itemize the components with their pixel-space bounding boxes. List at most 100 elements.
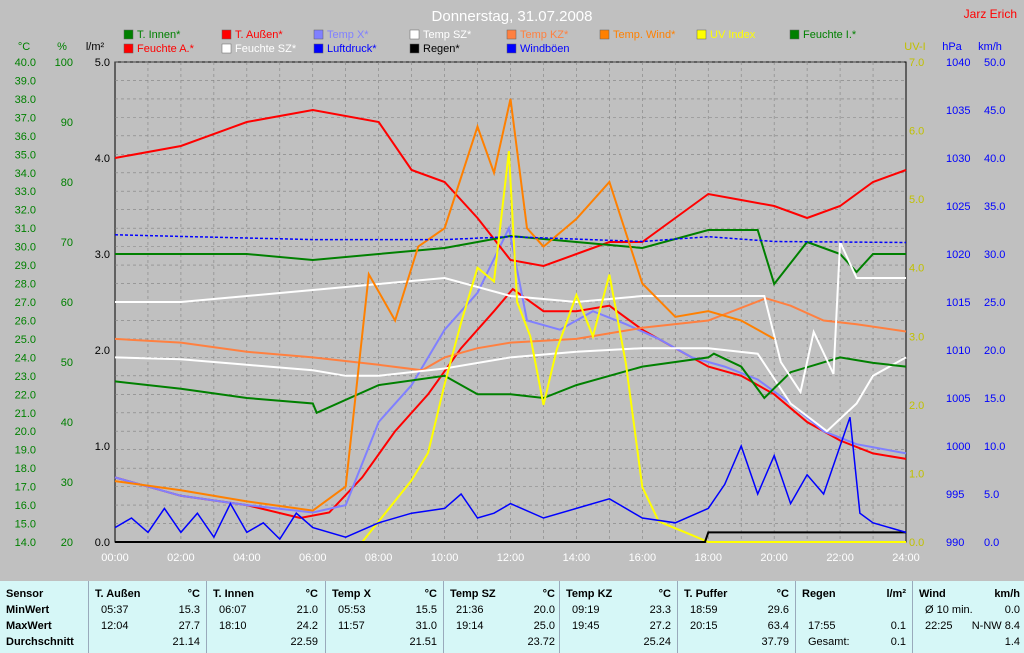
- stats-col-name: T. Puffer: [684, 588, 728, 600]
- stats-min-val: 0.0: [1004, 604, 1020, 616]
- stats-max-val: 25.0: [533, 620, 555, 632]
- stats-total-label: Gesamt:: [808, 636, 850, 648]
- legend-label: T. Innen*: [137, 29, 181, 41]
- pressure-axis-tick-label: 1020: [946, 249, 970, 261]
- time-tick-label: 16:00: [629, 552, 657, 564]
- uv-axis-tick-label: 6.0: [909, 126, 924, 138]
- time-tick-label: 06:00: [299, 552, 327, 564]
- stats-col-unit: °C: [305, 588, 318, 600]
- stats-col-unit: °C: [776, 588, 789, 600]
- legend-swatch: [123, 29, 134, 40]
- stats-max-val: 63.4: [767, 620, 789, 632]
- temp-axis-tick-label: 19.0: [15, 445, 36, 457]
- time-tick-label: 20:00: [760, 552, 788, 564]
- wind-axis-tick-label: 15.0: [984, 393, 1005, 405]
- stats-col-5: T. Puffer °C 18:59 29.6 20:15 63.4 37.79: [677, 581, 795, 653]
- row-label-avg: Durchschnitt: [6, 636, 74, 648]
- statistics-table: Sensor MinWert MaxWert Durchschnitt T. A…: [0, 581, 1024, 653]
- legend-swatch: [789, 29, 800, 40]
- wind-axis-tick-label: 35.0: [984, 201, 1005, 213]
- legend-label: Temp X*: [327, 29, 369, 41]
- stats-col-name: Temp KZ: [566, 588, 613, 600]
- stats-avg-val: 21.51: [409, 636, 437, 648]
- stats-max-val: 24.2: [296, 620, 318, 632]
- stats-max-time: 18:10: [219, 620, 247, 632]
- stats-avg-val: 37.79: [761, 636, 789, 648]
- pressure-axis-tick-label: 1010: [946, 345, 970, 357]
- chart-title: Donnerstag, 31.07.2008: [432, 8, 593, 25]
- stats-col-3: Temp SZ °C 21:36 20.0 19:14 25.0 23.72: [443, 581, 561, 653]
- time-tick-label: 12:00: [497, 552, 525, 564]
- uv-axis-tick-label: 5.0: [909, 194, 924, 206]
- humidity-axis-tick-label: 60: [61, 297, 73, 309]
- wind-axis-tick-label: 10.0: [984, 441, 1005, 453]
- temp-axis-tick-label: 21.0: [15, 408, 36, 420]
- stats-col-unit: l/m²: [886, 588, 906, 600]
- stats-col-1: T. Innen °C 06:07 21.0 18:10 24.2 22.59: [206, 581, 324, 653]
- humidity-axis-tick-label: 90: [61, 117, 73, 129]
- temp-axis-tick-label: 25.0: [15, 334, 36, 346]
- temp-axis-tick-label: 18.0: [15, 463, 36, 475]
- axis-unit-label: l/m²: [86, 41, 105, 53]
- uv-axis-tick-label: 0.0: [909, 537, 924, 549]
- stats-col-name: Temp X: [332, 588, 371, 600]
- stats-avg-val: 25.24: [643, 636, 671, 648]
- humidity-axis-tick-label: 30: [61, 477, 73, 489]
- humidity-axis-tick-label: 20: [61, 537, 73, 549]
- temp-axis-tick-label: 29.0: [15, 260, 36, 272]
- temp-axis-tick-label: 20.0: [15, 426, 36, 438]
- time-tick-label: 04:00: [233, 552, 261, 564]
- legend-swatch: [221, 29, 232, 40]
- legend-swatch: [506, 43, 517, 54]
- legend-label: Temp SZ*: [423, 29, 472, 41]
- legend-label: Temp KZ*: [520, 29, 569, 41]
- legend-swatch: [313, 29, 324, 40]
- stats-col-regen: Regen l/m² 17:55 0.1 Gesamt: 0.1: [795, 581, 912, 653]
- stats-col-unit: km/h: [994, 588, 1020, 600]
- stats-min-val: 15.5: [415, 604, 437, 616]
- stats-max-time: 22:25: [925, 620, 953, 632]
- wind-axis-tick-label: 25.0: [984, 297, 1005, 309]
- temp-axis-tick-label: 35.0: [15, 149, 36, 161]
- pressure-axis-tick-label: 1035: [946, 105, 970, 117]
- axis-unit-label: UV-I: [904, 41, 925, 53]
- stats-total-val: 0.1: [890, 636, 906, 648]
- uv-axis-tick-label: 2.0: [909, 400, 924, 412]
- temp-axis-tick-label: 16.0: [15, 500, 36, 512]
- time-tick-label: 00:00: [101, 552, 129, 564]
- stats-min-time: 06:07: [219, 604, 247, 616]
- stats-col-name: Regen: [802, 588, 836, 600]
- rain-axis-tick-label: 4.0: [95, 153, 110, 165]
- stats-min-time: 21:36: [456, 604, 484, 616]
- legend-label: Feuchte SZ*: [235, 43, 297, 55]
- uv-axis-tick-label: 1.0: [909, 468, 924, 480]
- pressure-axis-tick-label: 1030: [946, 153, 970, 165]
- humidity-axis-tick-label: 80: [61, 177, 73, 189]
- wind-axis-tick-label: 45.0: [984, 105, 1005, 117]
- pressure-axis-tick-label: 1025: [946, 201, 970, 213]
- stats-col-name: T. Innen: [213, 588, 254, 600]
- legend-label: Temp. Wind*: [613, 29, 676, 41]
- stats-max-time: 11:57: [338, 620, 365, 632]
- temp-axis-tick-label: 24.0: [15, 352, 36, 364]
- stats-max-val: 27.2: [649, 620, 671, 632]
- pressure-axis-tick-label: 1015: [946, 297, 970, 309]
- stats-col-4: Temp KZ °C 09:19 23.3 19:45 27.2 25.24: [559, 581, 677, 653]
- axis-unit-label: km/h: [978, 41, 1002, 53]
- time-tick-label: 10:00: [431, 552, 459, 564]
- temp-axis-tick-label: 23.0: [15, 371, 36, 383]
- stats-col-name: Wind: [919, 588, 946, 600]
- stats-avg-val: 1.4: [1004, 636, 1020, 648]
- legend-swatch: [409, 43, 420, 54]
- stats-max-val: N-NW 8.4: [971, 620, 1020, 632]
- humidity-axis-tick-label: 40: [61, 417, 73, 429]
- axis-unit-label: %: [57, 41, 67, 53]
- stats-row-labels: Sensor MinWert MaxWert Durchschnitt: [0, 581, 88, 653]
- time-tick-label: 02:00: [167, 552, 195, 564]
- wind-axis-tick-label: 30.0: [984, 249, 1005, 261]
- axis-unit-label: hPa: [942, 41, 962, 53]
- rain-axis-tick-label: 1.0: [95, 441, 110, 453]
- uv-axis-tick-label: 3.0: [909, 331, 924, 343]
- time-tick-label: 18:00: [694, 552, 722, 564]
- row-label-min: MinWert: [6, 604, 50, 616]
